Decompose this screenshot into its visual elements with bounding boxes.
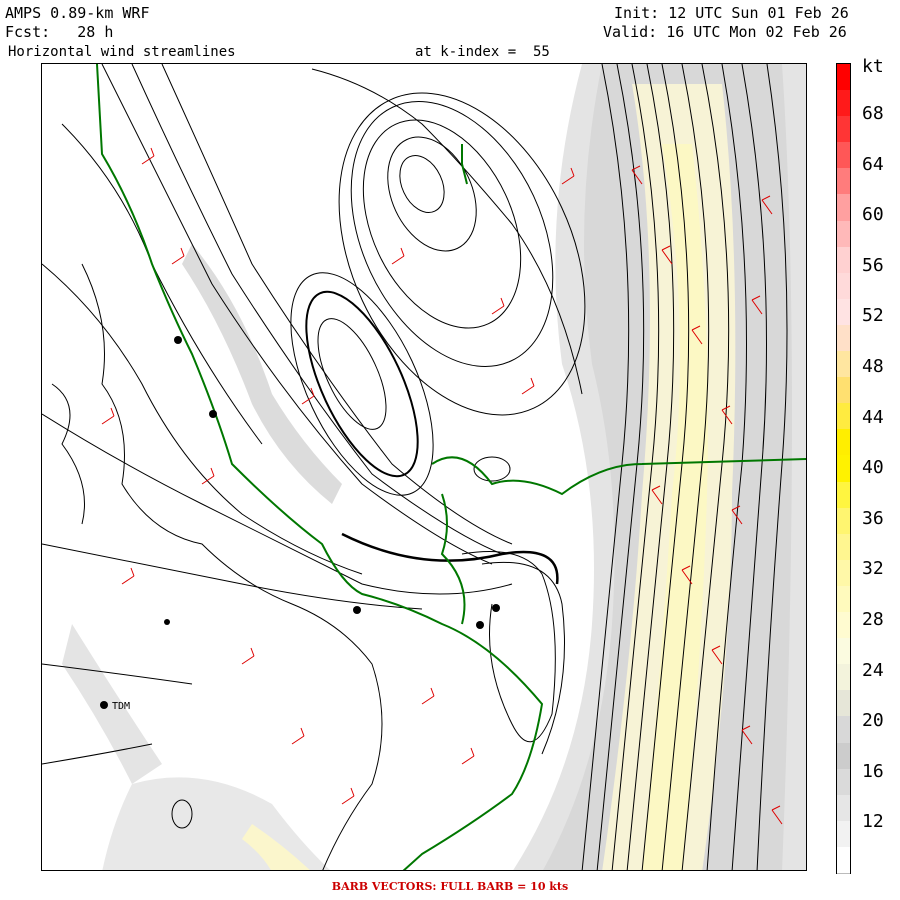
colorbar-label: 24 — [862, 659, 884, 681]
colorbar-label: 56 — [862, 254, 884, 276]
station-dot-icon — [476, 621, 484, 629]
forecast-value: 28 h — [77, 23, 114, 41]
colorbar-segment — [837, 298, 850, 327]
colorbar-segment — [837, 794, 850, 823]
colorbar-segment — [837, 64, 850, 92]
station-label-tdm: TDM — [112, 701, 130, 712]
colorbar-segment — [837, 612, 850, 640]
valid-time: Valid: 16 UTC Mon 02 Feb 26 — [603, 23, 847, 41]
colorbar-segment — [837, 533, 850, 562]
colorbar-segment — [837, 690, 850, 718]
colorbar-label: 28 — [862, 609, 884, 630]
station-dot-icon — [353, 606, 361, 614]
colorbar-label: 12 — [862, 811, 884, 833]
colorbar-label: 48 — [862, 356, 884, 377]
map-canvas: TDM — [42, 64, 806, 870]
level-index: at k-index = 55 — [415, 44, 550, 60]
colorbar-label: 40 — [862, 457, 884, 479]
wind-streamline-map[interactable]: TDM — [41, 63, 807, 871]
colorbar-label: 20 — [862, 710, 884, 732]
colorbar-label: 16 — [862, 760, 884, 782]
model-title: AMPS 0.89-km WRF — [5, 4, 150, 22]
colorbar-segment — [837, 272, 850, 301]
colorbar-segment — [837, 142, 850, 170]
colorbar-segment — [837, 846, 850, 875]
coastline — [51, 263, 383, 870]
station-dot-icon — [174, 336, 182, 344]
field-name: Horizontal wind streamlines — [8, 44, 236, 60]
colorbar-segment — [837, 559, 850, 588]
colorbar-label: 44 — [862, 406, 884, 428]
colorbar-segment — [837, 507, 850, 536]
colorbar-segment — [837, 742, 850, 771]
station-dot-icon — [100, 701, 108, 709]
colorbar-segment — [837, 638, 850, 666]
colorbar-segment — [837, 585, 850, 614]
station-dot-icon — [209, 410, 217, 418]
colorbar-segment — [837, 90, 850, 118]
colorbar-segment — [837, 324, 850, 353]
wind-speed-shading — [62, 64, 806, 870]
colorbar-segment — [837, 455, 850, 484]
colorbar-segment — [837, 664, 850, 692]
forecast-hour: Fcst: 28 h — [5, 24, 113, 41]
station-dot-icon — [164, 619, 170, 625]
init-time: Init: 12 UTC Sun 01 Feb 26 — [614, 4, 849, 22]
colorbar-label: 60 — [862, 204, 884, 226]
colorbar-segment — [837, 246, 850, 275]
colorbar-segment — [837, 716, 850, 744]
colorbar-segment — [837, 351, 850, 379]
colorbar-unit: kt — [862, 56, 884, 77]
colorbar-label: 64 — [862, 153, 884, 175]
colorbar — [836, 63, 851, 875]
colorbar-segment — [837, 768, 850, 797]
barb-legend: BARB VECTORS: FULL BARB = 10 kts — [331, 880, 569, 893]
colorbar-label: 36 — [862, 507, 884, 529]
colorbar-segment — [837, 377, 850, 405]
station-dot-icon — [492, 604, 500, 612]
colorbar-label: 52 — [862, 305, 884, 327]
colorbar-segment — [837, 194, 850, 223]
stations: TDM — [100, 336, 500, 712]
forecast-label: Fcst: — [5, 23, 51, 41]
colorbar-segment — [837, 403, 850, 431]
colorbar-segment — [837, 168, 850, 196]
colorbar-segment — [837, 481, 850, 510]
colorbar-label: 32 — [862, 558, 884, 580]
colorbar-segment — [837, 429, 850, 457]
colorbar-segment — [837, 820, 850, 849]
colorbar-segment — [837, 116, 850, 144]
colorbar-label: 68 — [862, 103, 884, 124]
colorbar-segment — [837, 220, 850, 249]
